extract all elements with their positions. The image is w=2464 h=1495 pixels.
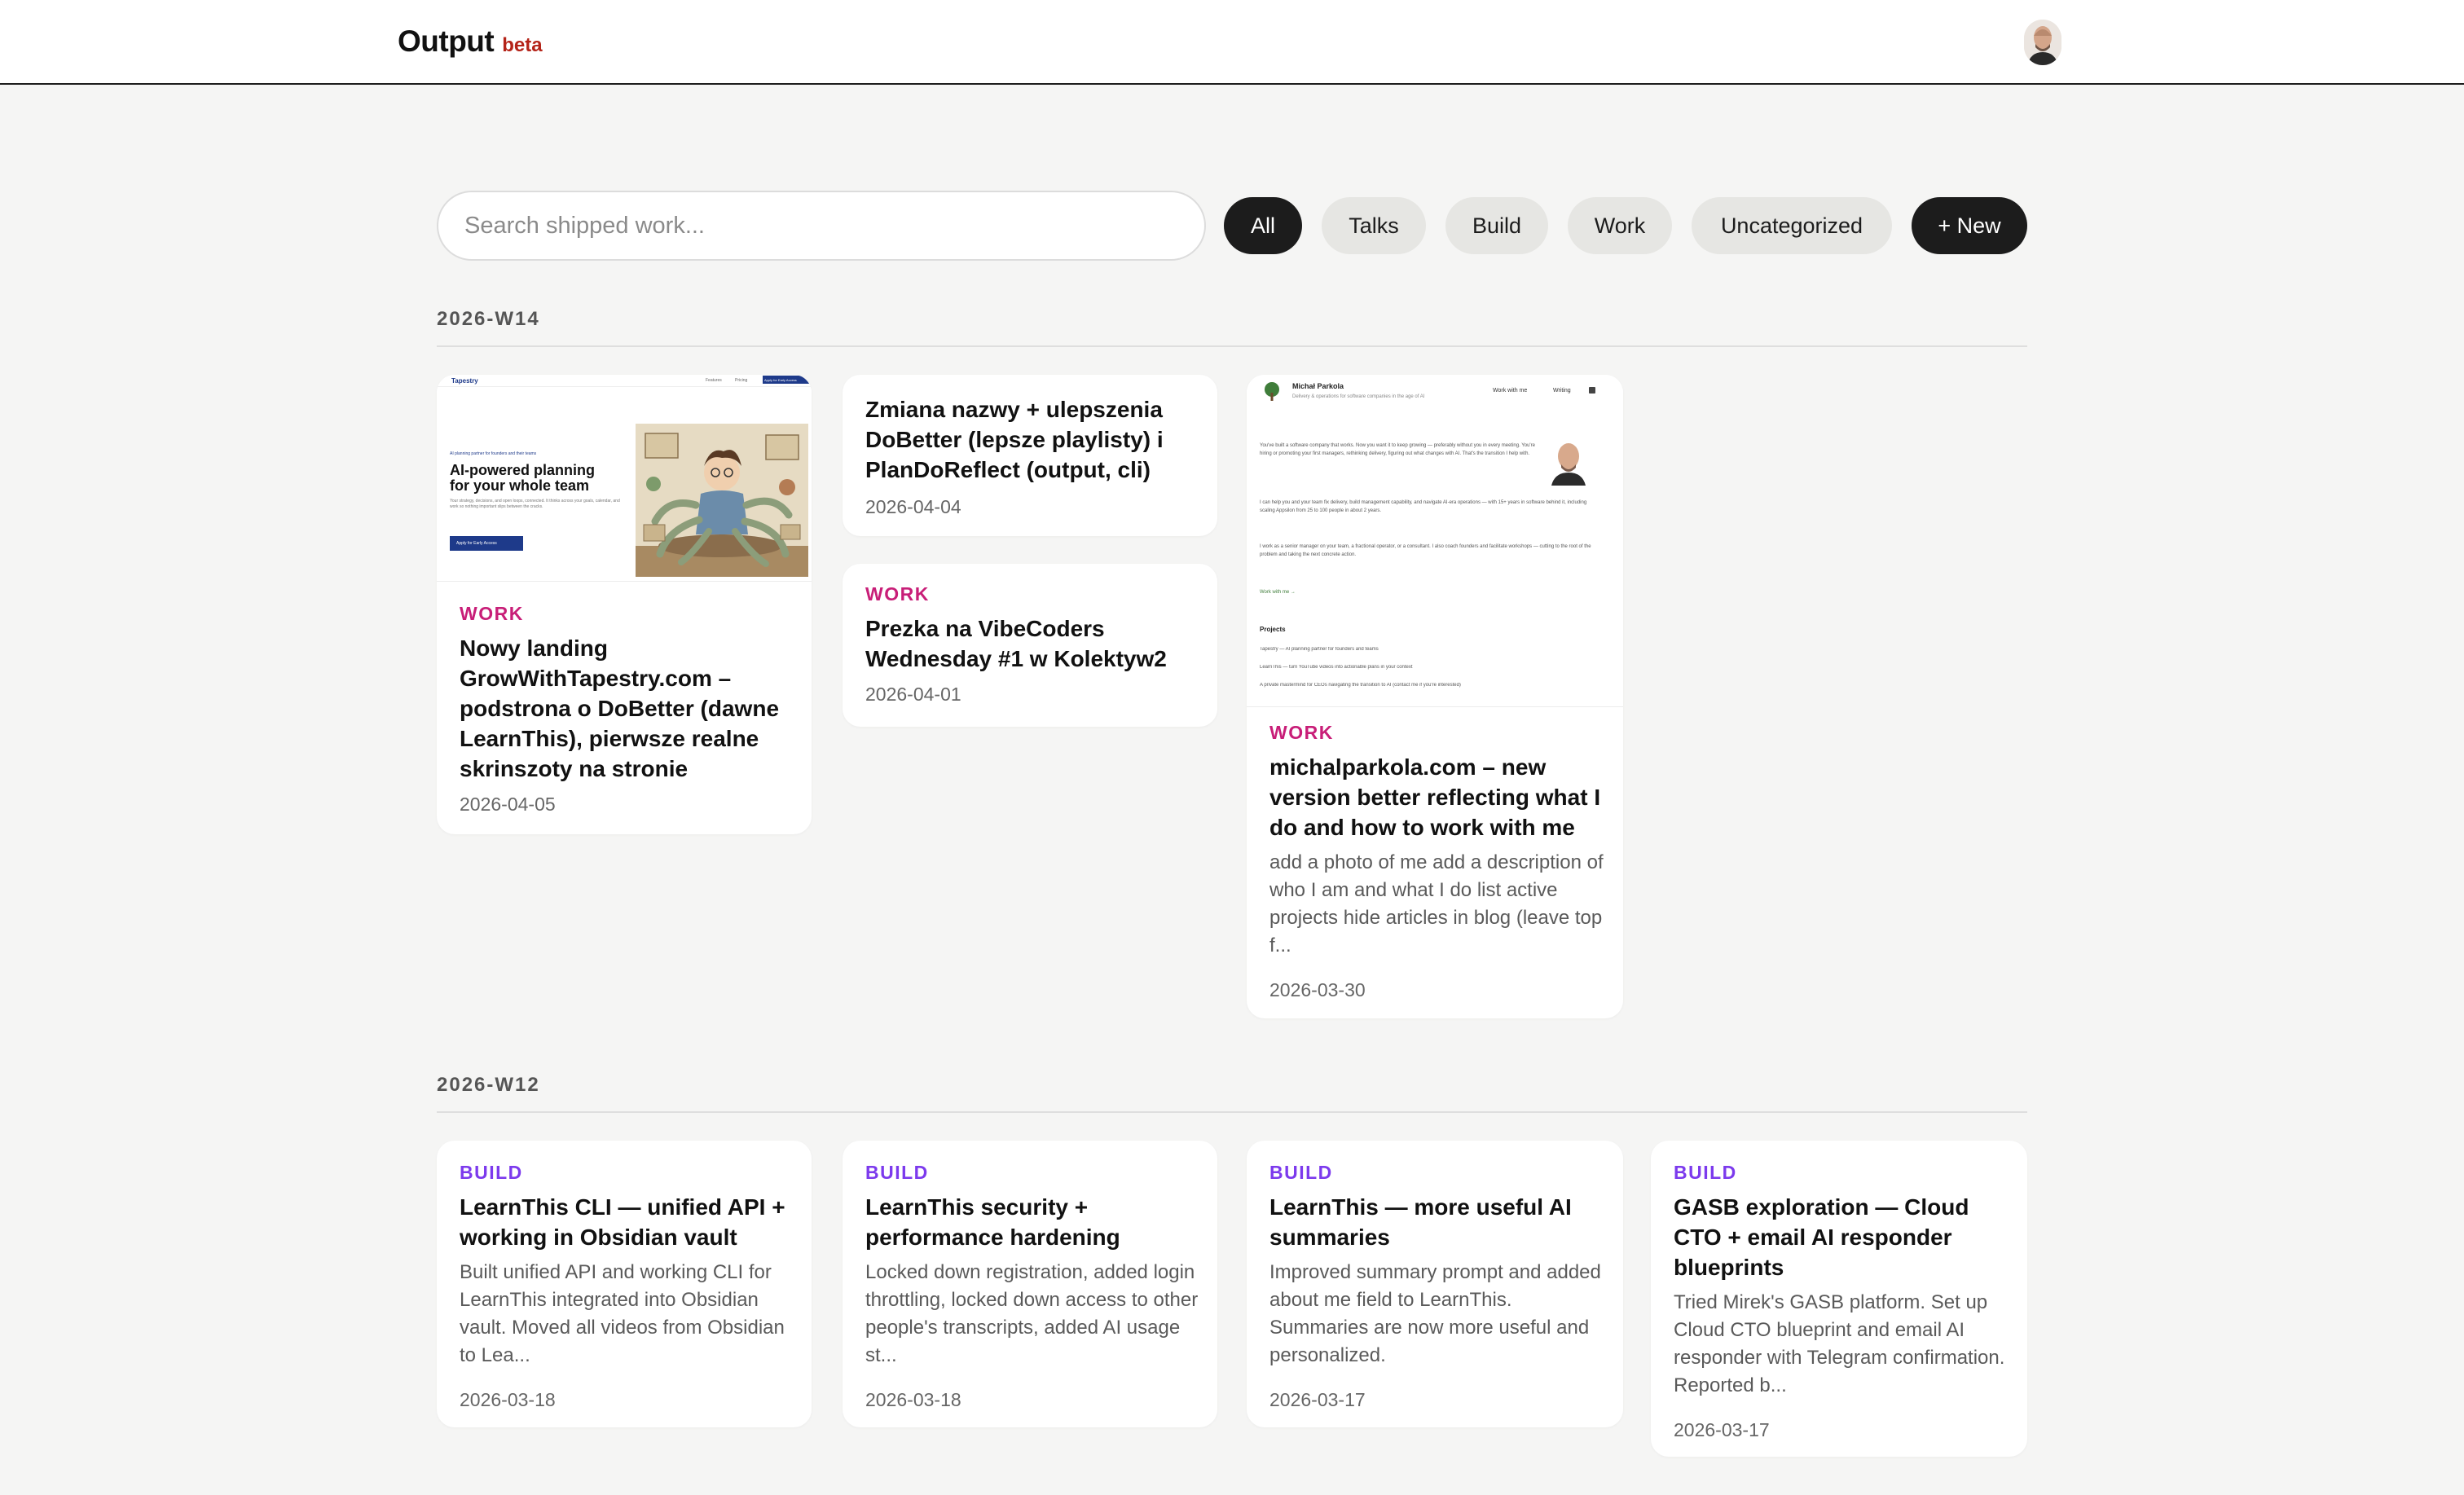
portrait-photo bbox=[1551, 443, 1586, 486]
thumb-name: Michał Parkola bbox=[1292, 382, 1344, 390]
card-content: BUILD LearnThis CLI — unified API + work… bbox=[460, 1162, 794, 1411]
card-content: WORK michalparkola.com – new version bet… bbox=[1269, 722, 1605, 1001]
thumb-project: A private mastermind for CEOs navigating… bbox=[1260, 683, 1461, 688]
output-card[interactable]: BUILD GASB exploration — Cloud CTO + ema… bbox=[1651, 1141, 2027, 1457]
output-card[interactable]: WORK Prezka na VibeCoders Wednesday #1 w… bbox=[843, 564, 1217, 727]
filter-build[interactable]: Build bbox=[1445, 197, 1548, 254]
category-label: BUILD bbox=[1269, 1162, 1333, 1183]
week-divider bbox=[437, 1111, 2027, 1113]
thumb-projects-heading: Projects bbox=[1260, 626, 1286, 633]
card-description: Built unified API and working CLI for Le… bbox=[460, 1261, 785, 1366]
card-content: WORK Prezka na VibeCoders Wednesday #1 w… bbox=[865, 583, 1199, 706]
card-date: 2026-04-05 bbox=[460, 794, 556, 815]
output-card[interactable]: BUILD LearnThis — more useful AI summari… bbox=[1247, 1141, 1623, 1427]
card-description: Improved summary prompt and added about … bbox=[1269, 1261, 1601, 1366]
card-title[interactable]: LearnThis CLI — unified API + working in… bbox=[460, 1192, 794, 1252]
card-thumbnail: Tapestry Features Pricing Apply for Earl… bbox=[437, 375, 812, 582]
card-date: 2026-03-17 bbox=[1269, 1389, 1366, 1410]
avatar[interactable] bbox=[2024, 20, 2061, 65]
app-logo[interactable]: Output beta bbox=[398, 24, 543, 59]
category-label: WORK bbox=[865, 583, 930, 605]
card-content: WORK Nowy landing GrowWithTapestry.com –… bbox=[460, 603, 794, 816]
card-description: Tried Mirek's GASB platform. Set up Clou… bbox=[1674, 1291, 2005, 1396]
thumb-nav-work: Work with me bbox=[1493, 388, 1528, 394]
card-title[interactable]: Prezka na VibeCoders Wednesday #1 w Kole… bbox=[865, 613, 1199, 674]
thumb-project: Tapestry — AI planning partner for found… bbox=[1260, 647, 1379, 652]
thumb-brand: Tapestry bbox=[451, 377, 478, 385]
card-content: BUILD LearnThis — more useful AI summari… bbox=[1269, 1162, 1605, 1411]
card-date: 2026-03-30 bbox=[1269, 979, 1366, 1000]
card-description: Locked down registration, added login th… bbox=[865, 1261, 1199, 1366]
category-label: BUILD bbox=[460, 1162, 523, 1183]
filter-work[interactable]: Work bbox=[1568, 197, 1672, 254]
thumb-nav-pricing: Pricing bbox=[735, 378, 748, 383]
new-button[interactable]: + New bbox=[1912, 197, 2027, 254]
card-date: 2026-03-18 bbox=[460, 1389, 556, 1410]
card-title[interactable]: GASB exploration — Cloud CTO + email AI … bbox=[1674, 1192, 2009, 1282]
card-date: 2026-03-18 bbox=[865, 1389, 961, 1410]
thumb-heading: AI-powered planning for your whole team bbox=[450, 462, 595, 494]
tree-logo-icon bbox=[1265, 382, 1279, 401]
card-content: BUILD GASB exploration — Cloud CTO + ema… bbox=[1674, 1162, 2009, 1441]
week-heading: 2026-W12 bbox=[437, 1074, 540, 1096]
week-divider bbox=[437, 345, 2027, 347]
thumb-paragraph-3: I work as a senior manager on your team,… bbox=[1260, 544, 1591, 557]
filter-all[interactable]: All bbox=[1224, 197, 1302, 254]
category-label: BUILD bbox=[865, 1162, 929, 1183]
thumb-nav-features: Features bbox=[706, 378, 722, 383]
thumb-paragraph-1: You've built a software company that wor… bbox=[1260, 443, 1535, 456]
filter-uncategorized[interactable]: Uncategorized bbox=[1692, 197, 1892, 254]
thumb-nav-cta: Apply for Early Access bbox=[763, 376, 810, 384]
avatar-photo bbox=[2024, 20, 2061, 65]
linkedin-icon bbox=[1589, 387, 1595, 394]
output-card[interactable]: Michał Parkola Delivery & operations for… bbox=[1247, 375, 1623, 1018]
card-date: 2026-04-01 bbox=[865, 684, 961, 705]
top-bar: Output beta bbox=[0, 0, 2464, 85]
thumb-paragraph-2: I can help you and your team fix deliver… bbox=[1260, 500, 1587, 513]
output-card[interactable]: Tapestry Features Pricing Apply for Earl… bbox=[437, 375, 812, 834]
card-content: BUILD LearnThis security + performance h… bbox=[865, 1162, 1199, 1411]
search-input[interactable] bbox=[437, 191, 1206, 261]
output-card[interactable]: BUILD LearnThis security + performance h… bbox=[843, 1141, 1217, 1427]
beta-badge: beta bbox=[502, 34, 543, 56]
card-date: 2026-03-17 bbox=[1674, 1419, 1770, 1440]
card-date: 2026-04-04 bbox=[865, 496, 961, 517]
card-title[interactable]: michalparkola.com – new version better r… bbox=[1269, 752, 1605, 842]
thumb-cta: Apply for Early Access bbox=[450, 536, 523, 551]
card-thumbnail: Michał Parkola Delivery & operations for… bbox=[1247, 375, 1623, 707]
thumb-tagline: Delivery & operations for software compa… bbox=[1292, 394, 1425, 399]
card-title[interactable]: LearnThis security + performance hardeni… bbox=[865, 1192, 1199, 1252]
app-name: Output bbox=[398, 24, 495, 58]
output-card[interactable]: Zmiana nazwy + ulepszenia DoBetter (leps… bbox=[843, 375, 1217, 536]
output-card[interactable]: BUILD LearnThis CLI — unified API + work… bbox=[437, 1141, 812, 1427]
card-content: Zmiana nazwy + ulepszenia DoBetter (leps… bbox=[865, 394, 1199, 518]
thumb-link: Work with me → bbox=[1260, 590, 1296, 595]
card-title[interactable]: Nowy landing GrowWithTapestry.com – pods… bbox=[460, 633, 794, 784]
card-title[interactable]: LearnThis — more useful AI summaries bbox=[1269, 1192, 1605, 1252]
thumb-body: Your strategy, decisions, and open loops… bbox=[450, 499, 620, 509]
week-heading: 2026-W14 bbox=[437, 308, 540, 330]
filter-talks[interactable]: Talks bbox=[1322, 197, 1426, 254]
card-title[interactable]: Zmiana nazwy + ulepszenia DoBetter (leps… bbox=[865, 394, 1199, 485]
thumb-eyebrow: AI planning partner for founders and the… bbox=[450, 451, 537, 456]
category-label: WORK bbox=[1269, 722, 1334, 743]
thumb-nav-writing: Writing bbox=[1553, 388, 1571, 394]
card-description: add a photo of me add a description of w… bbox=[1269, 851, 1604, 956]
illustration-image bbox=[636, 424, 808, 577]
category-label: BUILD bbox=[1674, 1162, 1737, 1183]
category-label: WORK bbox=[460, 603, 524, 624]
thumb-project: LearnThis — turn YouTube videos into act… bbox=[1260, 665, 1413, 670]
